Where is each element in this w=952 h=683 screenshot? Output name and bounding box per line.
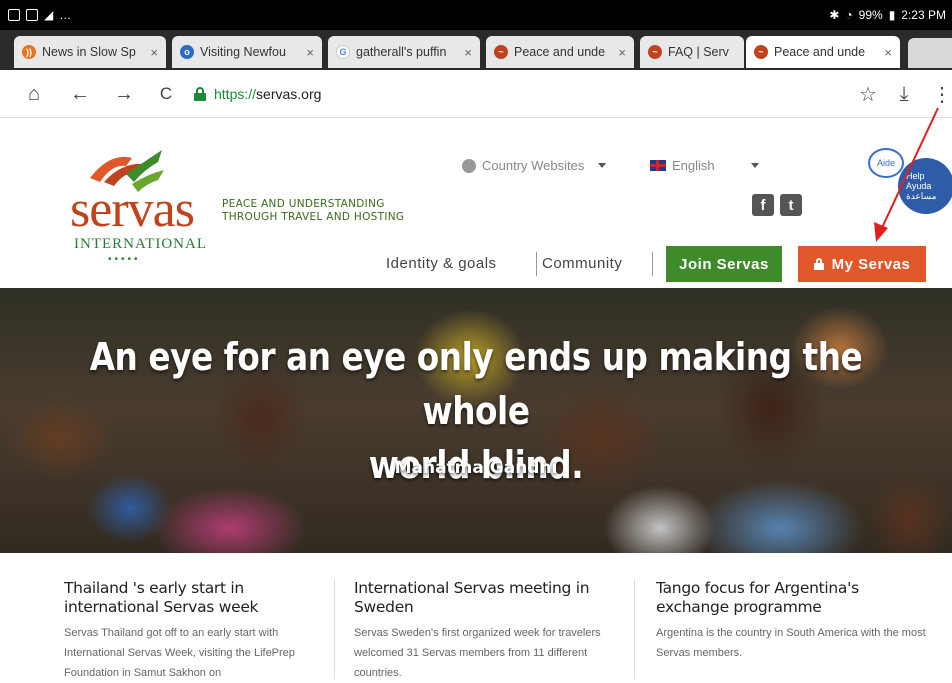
globe-icon [462, 158, 476, 173]
url-host: servas.org [256, 86, 322, 102]
servas-icon: ~ [754, 45, 768, 59]
lock-icon [194, 87, 206, 101]
uk-flag-icon [650, 160, 666, 171]
chevron-down-icon [750, 163, 759, 168]
site-tagline: PEACE AND UNDERSTANDING THROUGH TRAVEL A… [222, 198, 404, 224]
logo-dots: ••••• [108, 254, 141, 265]
language-label: English [672, 158, 715, 173]
home-icon[interactable]: ⌂ [20, 80, 48, 108]
nav-identity-goals[interactable]: Identity & goals [386, 255, 497, 272]
tab-news-in-slow-spanish[interactable]: )) News in Slow Sp × [14, 36, 166, 68]
reload-icon[interactable]: C [152, 80, 180, 108]
status-bar: ◢ … ✱ ◔ 99% ▮ 2:23 PM [0, 0, 952, 30]
help-bubble-icon[interactable]: Aide [868, 148, 904, 178]
bluetooth-icon: ✱ [829, 8, 840, 22]
logo-subtitle: INTERNATIONAL [74, 236, 207, 252]
hero-banner: An eye for an eye only ends up making th… [0, 288, 952, 553]
nav-community[interactable]: Community [542, 255, 622, 272]
status-bar-notifications: ◢ … [8, 8, 71, 22]
menu-icon[interactable]: ⋮ [928, 80, 952, 108]
join-servas-button[interactable]: Join Servas [666, 246, 782, 282]
language-dropdown[interactable]: English [650, 158, 759, 173]
tab-label: Visiting Newfou [200, 45, 286, 59]
tab-label: Peace and unde [774, 45, 866, 59]
status-bar-system: ✱ ◔ 99% ▮ 2:23 PM [829, 8, 946, 22]
news-item[interactable]: Tango focus for Argentina's exchange pro… [656, 579, 926, 663]
battery-icon: ▮ [888, 8, 896, 22]
close-icon[interactable]: × [150, 45, 158, 60]
logo-wordmark[interactable]: servas [70, 184, 195, 236]
url-protocol: https:// [214, 86, 257, 102]
back-icon[interactable]: ← [66, 80, 94, 108]
tab-peace-and-understanding-1[interactable]: ~ Peace and unde × [486, 36, 634, 68]
tab-faq-servas[interactable]: ~ FAQ | Serv [640, 36, 744, 68]
help-label-es: Ayuda [906, 181, 932, 191]
hero-quote-author: Mahatma Gandhi [394, 458, 558, 478]
twitter-icon[interactable]: t [780, 194, 802, 216]
rss-icon: )) [22, 45, 36, 59]
bookmark-star-icon[interactable]: ☆ [854, 80, 882, 108]
country-websites-label: Country Websites [482, 158, 585, 173]
tab-label: FAQ | Serv [668, 45, 729, 59]
browser-toolbar: ⌂ ← → C https://servas.org ☆ ⤓ ⋮ [0, 70, 952, 118]
tab-visiting-newfoundland[interactable]: o Visiting Newfou × [172, 36, 322, 68]
tab-peace-and-understanding-active[interactable]: ~ Peace and unde × [746, 36, 900, 68]
help-label-ar: مساعدة [906, 191, 937, 201]
help-label-en: Help [906, 171, 925, 181]
my-servas-button[interactable]: My Servas [798, 246, 926, 282]
help-badge[interactable]: Help Ayuda مساعدة [898, 158, 952, 214]
tab-gatheralls-puffin[interactable]: G gatherall's puffin × [328, 36, 480, 68]
nav-separator [536, 252, 537, 276]
site-header: servas INTERNATIONAL ••••• PEACE AND UND… [0, 118, 952, 288]
forward-icon[interactable]: → [110, 80, 138, 108]
close-icon[interactable]: × [306, 45, 314, 60]
lock-icon [813, 258, 824, 270]
signal-notification-icon: ◢ [44, 8, 54, 22]
tagline-line-1: PEACE AND UNDERSTANDING [222, 198, 385, 210]
tab-label: gatherall's puffin [356, 45, 447, 59]
image-notification-icon [26, 9, 38, 21]
tab-label: News in Slow Sp [42, 45, 136, 59]
servas-icon: ~ [648, 45, 662, 59]
news-title[interactable]: International Servas meeting in Sweden [354, 579, 624, 617]
close-icon[interactable]: × [464, 45, 472, 60]
nav-separator [652, 252, 653, 276]
circle-icon: o [180, 45, 194, 59]
my-servas-label: My Servas [831, 255, 911, 273]
news-item[interactable]: International Servas meeting in Sweden S… [354, 579, 624, 683]
address-bar[interactable]: https://servas.org [194, 79, 894, 109]
facebook-icon[interactable]: f [752, 194, 774, 216]
tab-strip: )) News in Slow Sp × o Visiting Newfou ×… [0, 30, 952, 70]
close-icon[interactable]: × [618, 45, 626, 60]
hero-quote-line-1: An eye for an eye only ends up making th… [89, 335, 863, 433]
tagline-line-2: THROUGH TRAVEL AND HOSTING [222, 211, 405, 223]
news-excerpt: Servas Thailand got off to an early star… [64, 627, 295, 679]
servas-icon: ~ [494, 45, 508, 59]
news-divider [334, 579, 335, 679]
news-title[interactable]: Thailand 's early start in international… [64, 579, 334, 617]
notification-icon [8, 9, 20, 21]
news-excerpt: Argentina is the country in South Americ… [656, 627, 926, 659]
close-icon[interactable]: × [884, 45, 892, 60]
tab-label: Peace and unde [514, 45, 606, 59]
news-section: Thailand 's early start in international… [0, 553, 952, 680]
google-icon: G [336, 45, 350, 59]
clock: 2:23 PM [901, 8, 946, 22]
battery-level: 99% [858, 8, 883, 22]
country-websites-dropdown[interactable]: Country Websites [462, 158, 607, 173]
news-divider [634, 579, 635, 679]
download-icon[interactable]: ⤓ [890, 80, 918, 108]
news-item[interactable]: Thailand 's early start in international… [64, 579, 334, 683]
chevron-down-icon [598, 163, 607, 168]
news-excerpt: Servas Sweden's first organized week for… [354, 627, 601, 679]
more-notifications-icon: … [59, 8, 72, 22]
new-tab-button[interactable] [908, 38, 952, 68]
wifi-icon: ◔ [845, 8, 853, 22]
news-title[interactable]: Tango focus for Argentina's exchange pro… [656, 579, 926, 617]
